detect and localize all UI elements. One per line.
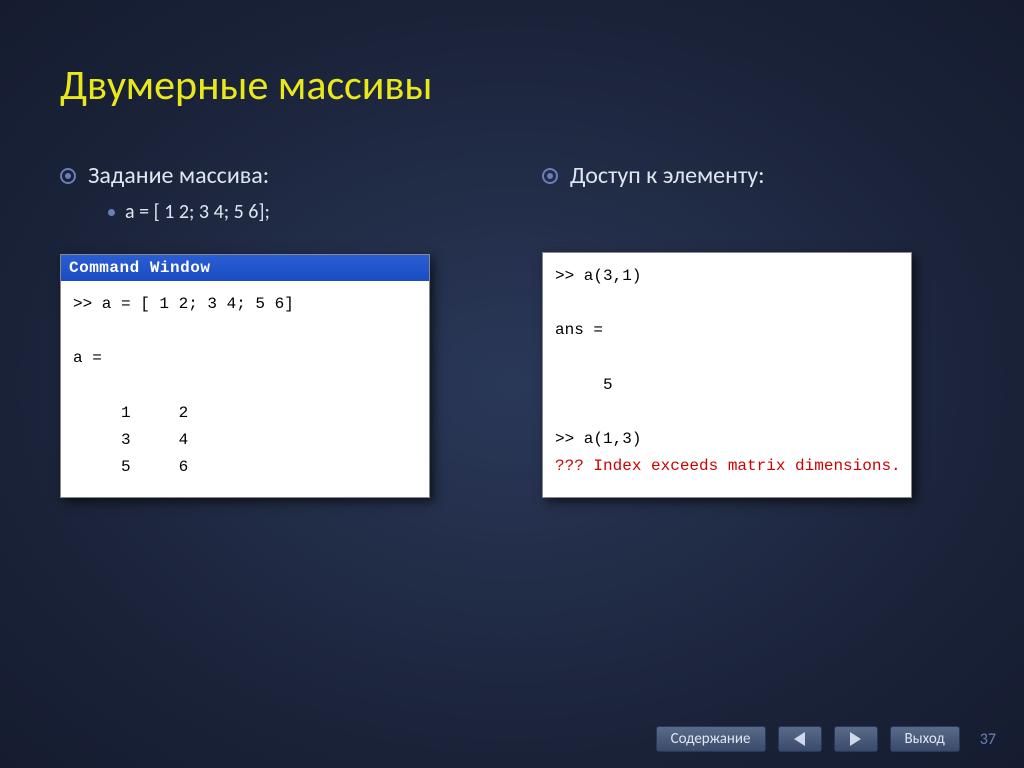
- left-sub-text: a = [ 1 2; 3 4; 5 6];: [125, 200, 270, 224]
- left-column: Задание массива: a = [ 1 2; 3 4; 5 6]; C…: [60, 161, 482, 498]
- command-window-left: Command Window >> a = [ 1 2; 3 4; 5 6] a…: [60, 254, 430, 498]
- bullet-icon: [60, 168, 76, 184]
- command-window-body-right: >> a(3,1) ans = 5 >> a(1,3) ??? Index ex…: [543, 253, 911, 497]
- left-heading-line: Задание массива:: [60, 161, 482, 190]
- page-number: 37: [980, 730, 996, 749]
- next-button[interactable]: [834, 726, 878, 752]
- right-heading: Доступ к элементу:: [570, 161, 765, 190]
- command-window-right: >> a(3,1) ans = 5 >> a(1,3) ??? Index ex…: [542, 252, 912, 498]
- arrow-right-icon: [850, 732, 861, 746]
- arrow-left-icon: [794, 732, 805, 746]
- spacer: [542, 200, 964, 252]
- right-heading-line: Доступ к элементу:: [542, 161, 964, 190]
- prev-button[interactable]: [778, 726, 822, 752]
- slide: Двумерные массивы Задание массива: a = […: [0, 0, 1024, 768]
- right-column: Доступ к элементу: >> a(3,1) ans = 5 >> …: [542, 161, 964, 498]
- command-window-title: Command Window: [61, 255, 429, 281]
- output-plain: >> a(3,1) ans = 5 >> a(1,3): [555, 267, 641, 448]
- slide-title: Двумерные массивы: [60, 60, 964, 111]
- output-error: ??? Index exceeds matrix dimensions.: [555, 457, 901, 475]
- dot-icon: [108, 209, 115, 216]
- exit-button[interactable]: Выход: [890, 726, 960, 752]
- contents-button[interactable]: Содержание: [656, 726, 766, 752]
- content-columns: Задание массива: a = [ 1 2; 3 4; 5 6]; C…: [60, 161, 964, 498]
- left-heading: Задание массива:: [88, 161, 269, 190]
- bullet-icon: [542, 168, 558, 184]
- footer: Содержание Выход 37: [0, 726, 1024, 752]
- command-window-body-left: >> a = [ 1 2; 3 4; 5 6] a = 1 2 3 4 5 6: [61, 281, 429, 497]
- left-sub-bullet: a = [ 1 2; 3 4; 5 6];: [108, 200, 482, 224]
